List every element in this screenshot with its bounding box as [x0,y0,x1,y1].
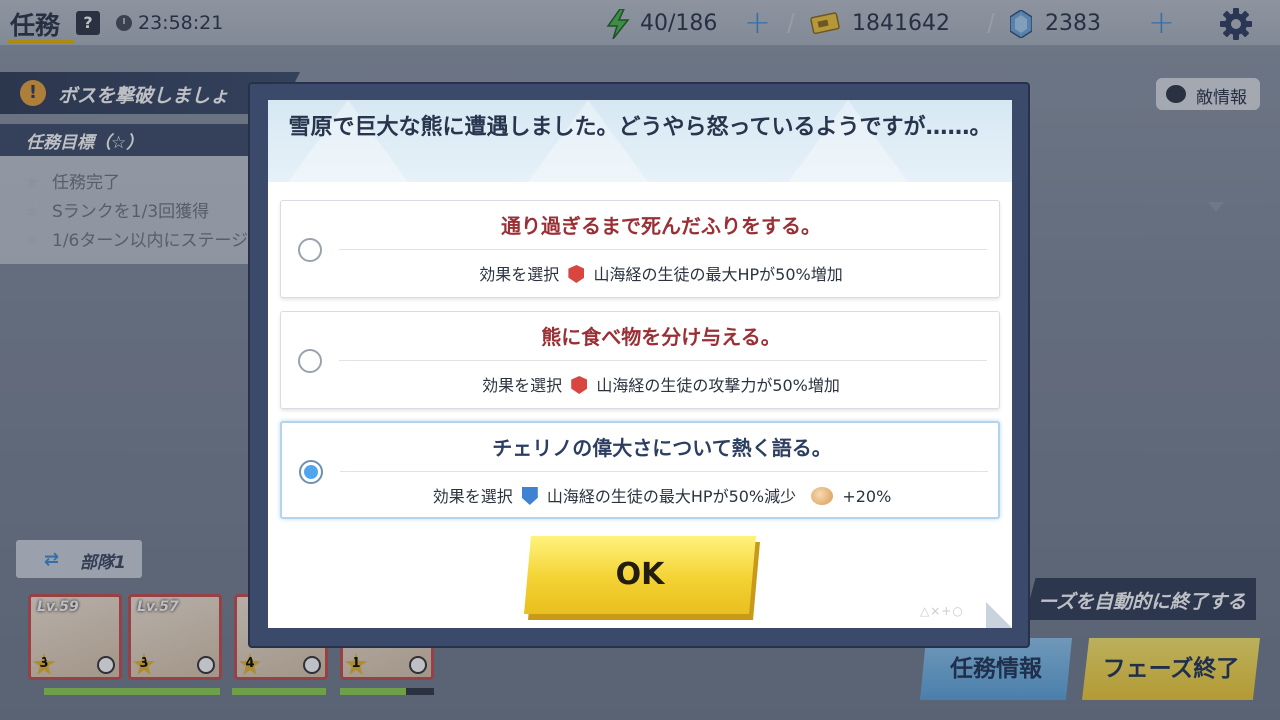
hp-up-icon [568,265,585,283]
hp-down-icon [521,487,538,505]
radio-button[interactable] [298,349,322,373]
radio-button[interactable] [298,238,322,262]
bonus-text: +20% [842,487,892,506]
corner-fold [986,602,1012,628]
choice-title: 通り過ぎるまで死んだふりをする。 [501,214,821,238]
choice-title: チェリノの偉大さについて熱く語る。 [492,436,832,460]
ok-button[interactable]: OK [524,536,756,614]
choice-option[interactable]: 通り過ぎるまで死んだふりをする。 効果を選択 山海経の生徒の最大HPが50%増加 [280,200,1000,298]
choice-option[interactable]: 熊に食べ物を分け与える。 効果を選択 山海経の生徒の攻撃力が50%増加 [280,311,1000,409]
radio-button-checked[interactable] [299,460,323,484]
choice-effect: 効果を選択 山海経の生徒の最大HPが50%減少 +20% [352,483,972,507]
divider [339,249,987,250]
effect-prefix: 効果を選択 [479,265,560,284]
choice-title: 熊に食べ物を分け与える。 [541,325,781,349]
dialog-decoration: △×+○ [920,604,964,618]
bonus-reward-icon [811,487,834,505]
choice-option-selected[interactable]: チェリノの偉大さについて熱く語る。 効果を選択 山海経の生徒の最大HPが50%減… [280,421,1000,519]
attack-up-icon [571,376,588,394]
effect-prefix: 効果を選択 [432,487,513,506]
event-question: 雪原で巨大な熊に遭遇しました。どうやら怒っているようですが……。 [288,115,992,140]
choice-effect: 効果を選択 山海経の生徒の攻撃力が50%増加 [351,372,971,396]
effect-text: 山海経の生徒の最大HPが50%減少 [546,487,797,506]
event-dialog-header: 雪原で巨大な熊に遭遇しました。どうやら怒っているようですが……。 [268,100,1012,182]
divider [340,471,988,472]
divider [339,360,987,361]
effect-text: 山海経の生徒の攻撃力が50%増加 [596,376,840,395]
effect-text: 山海経の生徒の最大HPが50%増加 [593,265,843,284]
choice-effect: 効果を選択 山海経の生徒の最大HPが50%増加 [351,261,971,285]
event-dialog: 雪原で巨大な熊に遭遇しました。どうやら怒っているようですが……。 通り過ぎるまで… [268,100,1012,628]
effect-prefix: 効果を選択 [482,376,563,395]
